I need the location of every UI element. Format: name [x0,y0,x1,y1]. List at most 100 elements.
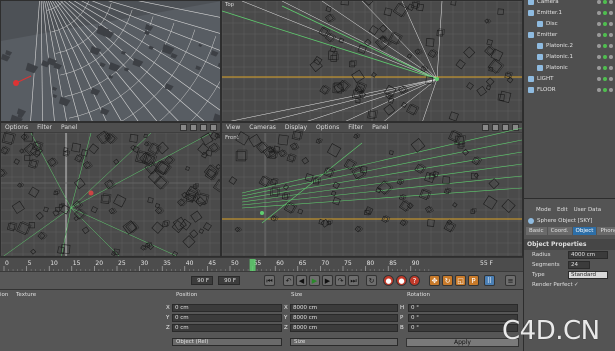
next-key-button[interactable]: ↷ [335,275,346,286]
pos-x-axis-label: X [166,305,170,311]
coordinate-mode-dropdown[interactable]: Object (Rel) [172,338,282,346]
right-viewport[interactable]: Options Filter Panel [0,122,221,257]
particle-shape [368,25,379,36]
particle-shape [488,178,500,190]
record-icon[interactable]: ● [383,275,394,286]
tab-phong[interactable]: Phong [597,227,615,235]
object-row-platonic-2[interactable]: Platonic.2 [524,40,615,51]
particle-shape [147,197,154,204]
go-to-end-button[interactable]: ⏭ [348,275,359,286]
transport-bar: 90 F 90 F ⏮ ↶ ◀ ▶ ▶ ↷ ⏭ ↻ ● ● ? ✥ ↻ ◱ P … [0,271,523,289]
coord-tab-partial[interactable]: ion [0,292,8,298]
start-frame-field[interactable]: 90 F [191,276,213,285]
field-radius: Radius 4000 cm [524,250,615,260]
prev-key-button[interactable]: ↶ [283,275,294,286]
object-type-icon [537,20,543,27]
size-z-input[interactable]: 8000 cm [290,324,398,332]
pos-y-input[interactable]: 0 cm [172,314,282,322]
visibility-dots[interactable] [597,76,613,81]
segments-input[interactable]: 24 [568,261,590,269]
particle-shape [315,138,321,144]
front-scene [222,127,522,256]
tab-basic[interactable]: Basic [526,227,547,235]
autokey-icon[interactable]: ● [396,275,407,286]
tab-coord[interactable]: Coord. [547,227,572,235]
particle-shape [466,82,474,90]
rot-h-input[interactable]: 0 ° [408,304,518,312]
point-level-icon[interactable]: ⠿ [484,275,495,286]
scale-key-icon[interactable]: ◱ [455,275,466,286]
pos-x-input[interactable]: 0 cm [172,304,282,312]
size-x-input[interactable]: 8000 cm [290,304,398,312]
particle-shape [100,194,110,204]
timeline-tick-label: 0 [5,260,9,267]
visibility-dots[interactable] [597,65,613,70]
object-name: Disc [546,20,558,27]
keyframe-selection-icon[interactable]: ? [409,275,420,286]
next-frame-button[interactable]: ▶ [322,275,333,286]
particle-shape [470,209,475,214]
spline-ray [3,207,72,256]
go-to-start-button[interactable]: ⏮ [264,275,275,286]
spline-ray [241,175,522,206]
playhead[interactable] [249,259,256,271]
object-row-emitter-1[interactable]: Emitter.1 [524,7,615,18]
particle-shape [309,58,323,73]
object-name: Platonic.2 [546,42,574,49]
tab-object[interactable]: Object [572,227,597,235]
timeline-tick-label: 20 [95,260,103,267]
particle-shape [486,39,493,46]
end-frame-field[interactable]: 90 F [218,276,240,285]
object-row-disc[interactable]: Disc [524,18,615,29]
menu-edit[interactable]: Edit [557,207,568,213]
prev-frame-button[interactable]: ◀ [296,275,307,286]
render-perfect-checkbox[interactable]: ✓ [574,282,579,288]
object-type-icon [528,86,534,93]
object-row-emitter[interactable]: Emitter [524,29,615,40]
rotation-key-icon[interactable]: ↻ [442,275,453,286]
particle-shape [273,145,281,153]
particle-shape [177,198,186,207]
visibility-dots[interactable] [597,0,613,4]
object-row-camera[interactable]: Camera [524,0,615,7]
type-dropdown[interactable]: Standard [568,271,608,279]
visibility-dots[interactable] [597,10,613,15]
object-row-platonic[interactable]: Platonic [524,62,615,73]
position-key-icon[interactable]: ✥ [429,275,440,286]
timeline-menu-icon[interactable]: ≡ [505,275,516,286]
object-title-text: Sphere Object [SKY] [537,218,593,224]
visibility-dots[interactable] [597,54,613,59]
perspective-viewport[interactable] [0,0,221,122]
particle-shape [277,134,289,146]
coord-tab-texture[interactable]: Texture [16,292,36,298]
size-y-axis-label: Y [284,315,288,321]
visibility-dots[interactable] [597,87,613,92]
particle-shape [13,158,20,165]
object-row-floor[interactable]: FLOOR [524,84,615,95]
radius-input[interactable]: 4000 cm [568,251,608,259]
object-row-platonic-1[interactable]: Platonic.1 [524,51,615,62]
object-type-icon [537,42,543,49]
front-viewport[interactable]: View Cameras Display Options Filter Pane… [221,122,523,257]
particle-shape [398,194,405,201]
top-viewport[interactable]: Top [221,0,523,122]
visibility-dots[interactable] [597,32,613,37]
particle-shape [388,150,394,155]
particle-shape [457,142,464,149]
parameter-key-icon[interactable]: P [468,275,479,286]
menu-user-data[interactable]: User Data [574,207,601,213]
loop-button[interactable]: ↻ [366,275,377,286]
size-y-input[interactable]: 8000 cm [290,314,398,322]
timeline-ruler[interactable]: 0 5 10 15 20 25 30 35 40 45 50 55 60 65 70 75 80 85 90 55 F [0,257,523,272]
pos-z-input[interactable]: 0 cm [172,324,282,332]
timeline-tick-label: 85 [389,260,397,267]
visibility-dots[interactable] [597,43,613,48]
size-mode-dropdown[interactable]: Size [290,338,398,346]
visibility-dots[interactable] [597,21,613,26]
play-button[interactable]: ▶ [309,275,320,286]
menu-mode[interactable]: Mode [536,207,551,213]
particle-shape [388,32,401,45]
particle-shape [90,206,98,214]
object-row-light[interactable]: LIGHT [524,73,615,84]
particle-shape [258,175,270,188]
